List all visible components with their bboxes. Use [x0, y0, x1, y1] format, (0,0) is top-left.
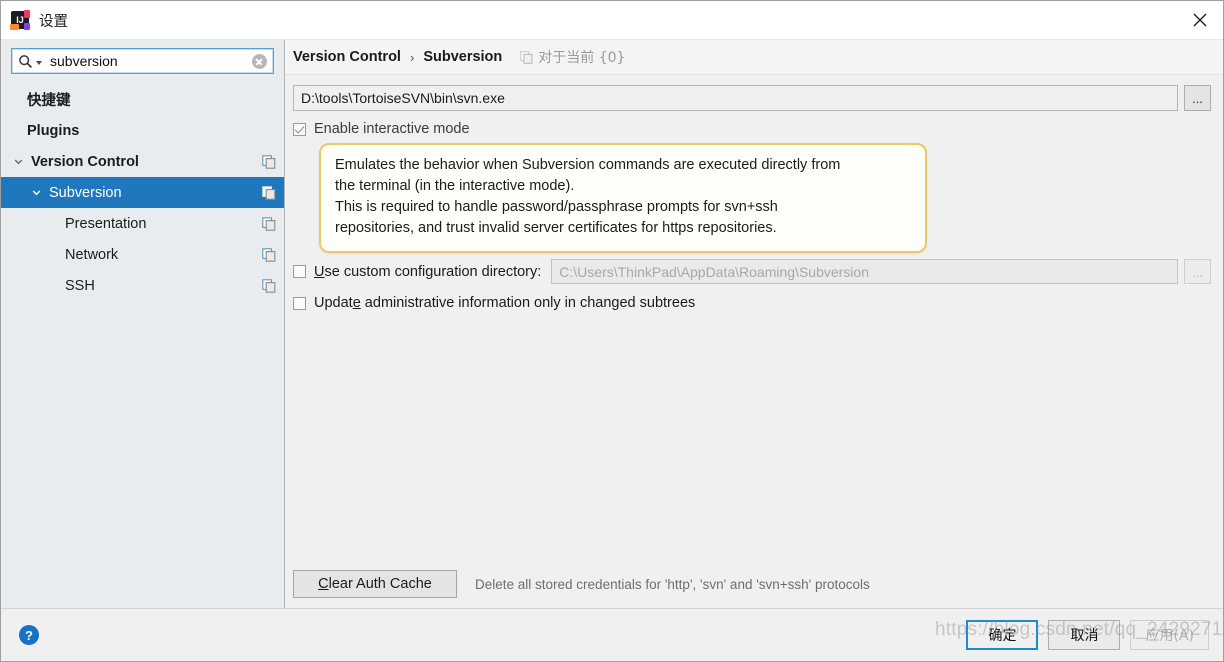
- auth-cache-actions: Clear Auth Cache Delete all stored crede…: [293, 570, 1211, 598]
- settings-dialog: IJ 设置 subversion 快捷键 Plugins Version Con…: [0, 0, 1224, 662]
- sidebar-item-label: Version Control: [31, 153, 139, 170]
- tooltip-line-2: the terminal (in the interactive mode).: [335, 178, 575, 195]
- mnemonic-char: U: [314, 263, 325, 280]
- breadcrumb-current: Subversion: [423, 49, 503, 65]
- settings-content-pane: Version Control › Subversion 对于当前 {0} D:…: [285, 40, 1223, 608]
- copy-icon: [262, 278, 276, 293]
- browse-svn-path-button[interactable]: ...: [1184, 85, 1211, 111]
- tooltip-line-4: repositories, and trust invalid server c…: [335, 220, 777, 237]
- copy-icon: [262, 216, 276, 231]
- clear-auth-cache-note: Delete all stored credentials for 'http'…: [475, 576, 870, 592]
- copy-icon: [520, 50, 533, 64]
- breadcrumb-separator: ›: [409, 49, 415, 65]
- update-admin-info-checkbox[interactable]: [293, 296, 306, 310]
- chevron-down-icon[interactable]: [11, 156, 25, 167]
- sidebar-item-label: SSH: [65, 277, 95, 294]
- clear-auth-cache-button[interactable]: Clear Auth Cache: [293, 570, 457, 598]
- title-bar: IJ 设置: [1, 1, 1223, 40]
- settings-sidebar: 快捷键 Plugins Version Control: [1, 40, 285, 608]
- interactive-mode-tooltip: Emulates the behavior when Subversion co…: [319, 143, 927, 254]
- tooltip-line-3: This is required to handle password/pass…: [335, 199, 778, 216]
- clear-icon[interactable]: [252, 53, 267, 69]
- custom-config-directory-label: Use custom configuration directory:: [314, 264, 541, 280]
- chevron-down-icon[interactable]: [29, 187, 43, 198]
- mnemonic-char: C: [318, 576, 329, 592]
- sidebar-item-version-control[interactable]: Version Control: [1, 146, 284, 177]
- sidebar-item-plugins[interactable]: Plugins: [1, 115, 284, 146]
- label-rest: lear Auth Cache: [328, 576, 432, 592]
- settings-tree: 快捷键 Plugins Version Control Subversion P…: [1, 80, 284, 301]
- scope-note: 对于当前 {0}: [520, 47, 625, 67]
- breadcrumb-root[interactable]: Version Control: [293, 49, 401, 65]
- search-area: [1, 40, 284, 80]
- label-rest: se custom configuration directory:: [324, 263, 542, 280]
- sidebar-item-presentation[interactable]: Presentation: [1, 208, 284, 239]
- enable-interactive-mode-label: Enable interactive mode: [314, 121, 470, 137]
- sidebar-item-label: Subversion: [49, 184, 122, 201]
- search-box[interactable]: [11, 48, 274, 74]
- cancel-button[interactable]: 取消: [1048, 620, 1121, 650]
- sidebar-item-network[interactable]: Network: [1, 239, 284, 270]
- sidebar-item-label: Presentation: [65, 215, 147, 232]
- custom-config-directory-checkbox[interactable]: [293, 265, 306, 279]
- dialog-body: 快捷键 Plugins Version Control: [1, 40, 1223, 608]
- sidebar-item-label: Network: [65, 246, 119, 263]
- tooltip-line-1: Emulates the behavior when Subversion co…: [335, 157, 841, 173]
- footer-buttons: 确定 取消 应用(A): [966, 620, 1209, 650]
- copy-icon: [262, 154, 276, 169]
- ok-button[interactable]: 确定: [966, 620, 1039, 650]
- svn-executable-row: D:\tools\TortoiseSVN\bin\svn.exe ...: [293, 85, 1211, 111]
- sidebar-item-label: 快捷键: [27, 93, 71, 109]
- custom-config-directory-row: Use custom configuration directory: C:\U…: [293, 259, 1211, 285]
- sidebar-item-ssh[interactable]: SSH: [1, 270, 284, 301]
- intellij-idea-icon: IJ: [10, 10, 30, 30]
- help-icon[interactable]: ?: [19, 625, 39, 645]
- copy-icon: [262, 185, 276, 200]
- breadcrumb: Version Control › Subversion 对于当前 {0}: [285, 40, 1223, 75]
- browse-config-directory-button[interactable]: ...: [1184, 259, 1211, 285]
- label-pre: Updat: [314, 295, 353, 312]
- scope-note-label: 对于当前 {0}: [538, 50, 626, 66]
- sidebar-item-subversion[interactable]: Subversion: [1, 177, 284, 208]
- search-input[interactable]: [42, 52, 248, 70]
- apply-button: 应用(A): [1130, 620, 1209, 650]
- svn-path-input[interactable]: D:\tools\TortoiseSVN\bin\svn.exe: [293, 85, 1178, 111]
- enable-interactive-mode-row[interactable]: Enable interactive mode: [293, 121, 1211, 137]
- update-admin-info-row[interactable]: Update administrative information only i…: [293, 295, 1211, 311]
- copy-icon: [262, 247, 276, 262]
- subversion-settings-form: D:\tools\TortoiseSVN\bin\svn.exe ... Ena…: [285, 75, 1223, 608]
- label-rest: administrative information only in chang…: [360, 295, 696, 312]
- mnemonic-char: e: [352, 295, 361, 312]
- dialog-footer: ? 确定 取消 应用(A): [1, 608, 1223, 661]
- enable-interactive-mode-checkbox[interactable]: [293, 122, 306, 136]
- custom-config-directory-input[interactable]: C:\Users\ThinkPad\AppData\Roaming\Subver…: [551, 259, 1178, 285]
- search-icon: [18, 54, 33, 69]
- sidebar-item-keymap[interactable]: 快捷键: [1, 84, 284, 115]
- window-title: 设置: [39, 13, 68, 30]
- update-admin-info-label: Update administrative information only i…: [314, 295, 695, 311]
- sidebar-item-label: Plugins: [27, 122, 80, 139]
- close-icon[interactable]: [1177, 1, 1223, 39]
